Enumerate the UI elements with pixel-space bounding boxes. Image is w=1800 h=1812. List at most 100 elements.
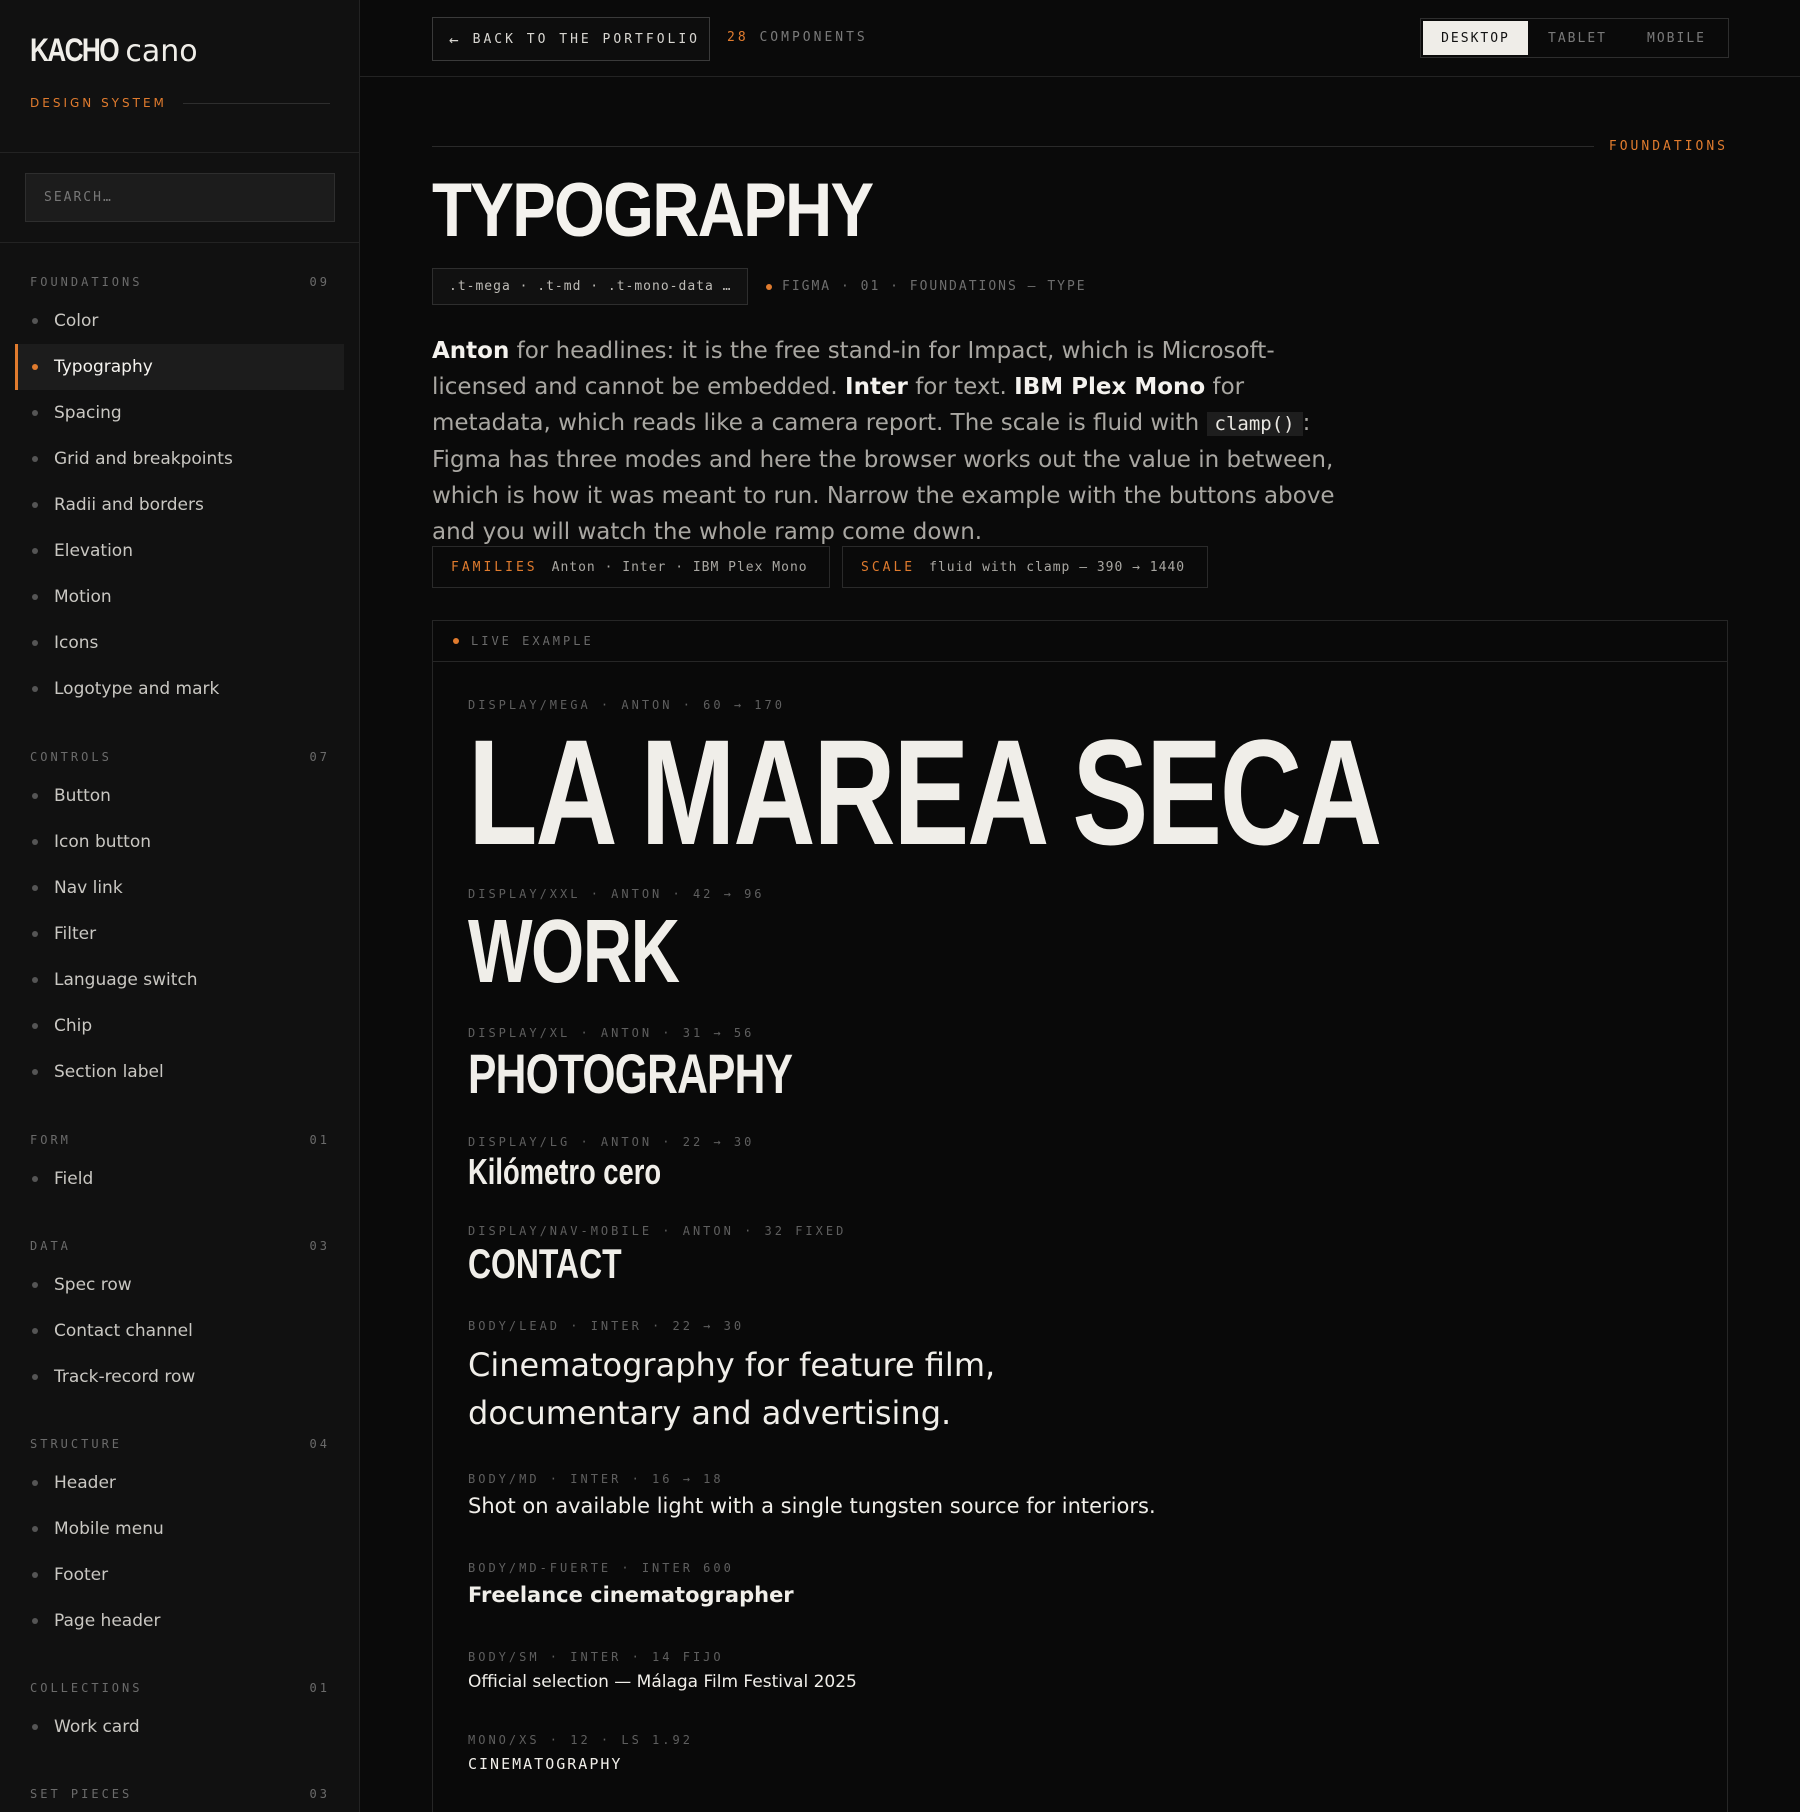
sidebar-item-label: Button [54,786,111,806]
design-system-text: DESIGN SYSTEM [30,96,167,110]
sidebar-item-motion[interactable]: Motion [15,574,344,620]
component-count-label: COMPONENTS [759,30,868,45]
sidebar: KACHO cano DESIGN SYSTEM FOUNDATIONS 09 Co… [0,0,360,1812]
nav-section-title: DATA [30,1239,71,1253]
back-to-portfolio-button[interactable]: ← BACK TO THE PORTFOLIO [432,17,710,61]
bullet-icon [32,686,38,692]
sidebar-item-nav-link[interactable]: Nav link [15,865,344,911]
sidebar-item-label: Icons [54,633,99,653]
sidebar-item-page-header[interactable]: Page header [15,1598,344,1644]
bullet-icon [32,456,38,462]
sidebar-item-logotype-and-mark[interactable]: Logotype and mark [15,666,344,712]
sample-display-mega: LA MAREA SECA [468,708,1382,876]
nav-section-collections: COLLECTIONS 01 [30,1681,330,1695]
sidebar-item-chip[interactable]: Chip [15,1003,344,1049]
spec-display-xxl: DISPLAY/XXL · ANTON · 42 → 96 [468,887,765,901]
sidebar-item-language-switch[interactable]: Language switch [15,957,344,1003]
sidebar-item-label: Spec row [54,1275,132,1295]
search-input[interactable] [25,173,335,222]
bullet-icon [32,977,38,983]
logo-light: cano [125,34,198,69]
sidebar-item-spacing[interactable]: Spacing [15,390,344,436]
sidebar-item-label: Section label [54,1062,164,1082]
sidebar-item-grid-and-breakpoints[interactable]: Grid and breakpoints [15,436,344,482]
nav-section-title: CONTROLS [30,750,112,764]
component-count-number: 28 [727,30,749,45]
spec-body-sm: BODY/SM · INTER · 14 FIJO [468,1650,724,1664]
viewport-desktop-button[interactable]: DESKTOP [1423,21,1528,55]
nav-section-title: COLLECTIONS [30,1681,143,1695]
nav-section-data: DATA 03 [30,1239,330,1253]
intro-paragraph: Anton for headlines: it is the free stan… [432,333,1362,550]
sample-body-sm: Official selection — Málaga Film Festiva… [468,1672,857,1692]
bullet-icon [32,640,38,646]
nav-section-count: 03 [309,1787,330,1801]
sidebar-item-mobile-menu[interactable]: Mobile menu [15,1506,344,1552]
sidebar-item-label: Field [54,1169,94,1189]
viewport-tablet-button[interactable]: TABLET [1528,21,1627,55]
bullet-icon [32,318,38,324]
sidebar-item-icons[interactable]: Icons [15,620,344,666]
nav-section-count: 09 [309,275,330,289]
viewport-switcher: DESKTOP TABLET MOBILE [1420,18,1729,58]
nav-section-structure: STRUCTURE 04 [30,1437,330,1451]
scale-key: SCALE [861,559,916,575]
sidebar-item-button[interactable]: Button [15,773,344,819]
sidebar-item-label: Logotype and mark [54,679,220,699]
nav-section-title: STRUCTURE [30,1437,123,1451]
sidebar-item-color[interactable]: Color [15,298,344,344]
logo-bold: KACHO [30,32,120,68]
sample-display-lg: Kilómetro cero [468,1151,662,1192]
sidebar-item-label: Footer [54,1565,109,1585]
sidebar-item-label: Header [54,1473,116,1493]
sidebar-item-label: Language switch [54,970,198,990]
sample-display-xxl: WORK [468,902,680,1002]
bullet-icon [32,885,38,891]
bullet-icon [32,364,38,370]
sidebar-item-filter[interactable]: Filter [15,911,344,957]
sidebar-item-header[interactable]: Header [15,1460,344,1506]
sidebar-item-icon-button[interactable]: Icon button [15,819,344,865]
sidebar-item-section-label[interactable]: Section label [15,1049,344,1095]
css-classes-chip[interactable]: .t-mega · .t-md · .t-mono-data … [432,268,749,305]
intro-code: clamp() [1206,412,1303,436]
spec-body-md-fuerte: BODY/MD-FUERTE · INTER 600 [468,1561,734,1575]
nav-section-count: 01 [309,1133,330,1147]
sidebar-item-field[interactable]: Field [15,1156,344,1202]
live-example-label: LIVE EXAMPLE [471,634,594,648]
nav-section-controls: CONTROLS 07 [30,750,330,764]
nav-section-title: FOUNDATIONS [30,275,143,289]
logo[interactable]: KACHO cano [30,32,329,69]
sample-body-md-fuerte: Freelance cinematographer [468,1583,794,1607]
sample-display-xl: PHOTOGRAPHY [468,1042,793,1105]
nav-section-count: 04 [309,1437,330,1451]
bullet-icon [32,1069,38,1075]
viewport-mobile-button[interactable]: MOBILE [1627,21,1726,55]
sidebar-item-footer[interactable]: Footer [15,1552,344,1598]
sample-body-lead: Cinematography for feature film, documen… [468,1341,995,1437]
divider [182,102,330,104]
spec-display-nav-mobile: DISPLAY/NAV-MOBILE · ANTON · 32 FIXED [468,1224,847,1238]
bullet-icon [32,502,38,508]
live-dot [453,638,459,644]
nav-section-count: 07 [309,750,330,764]
status-dot [766,283,772,290]
spec-display-xl: DISPLAY/XL · ANTON · 31 → 56 [468,1026,755,1040]
sidebar-item-radii-and-borders[interactable]: Radii and borders [15,482,344,528]
sidebar-item-label: Radii and borders [54,495,204,515]
top-bar: ← BACK TO THE PORTFOLIO 28 COMPONENTS DE… [360,0,1800,77]
sidebar-item-track-record-row[interactable]: Track-record row [15,1354,344,1400]
sidebar-item-work-card[interactable]: Work card [15,1704,344,1750]
live-example-panel: LIVE EXAMPLE DISPLAY/MEGA · ANTON · 60 →… [432,620,1728,1812]
sidebar-item-elevation[interactable]: Elevation [15,528,344,574]
sidebar-item-contact-channel[interactable]: Contact channel [15,1308,344,1354]
scale-chip: SCALE fluid with clamp — 390 → 1440 [842,546,1208,588]
sample-body-lead-line1: Cinematography for feature film, [468,1346,996,1384]
nav-section-foundations: FOUNDATIONS 09 [30,275,330,289]
spec-body-lead: BODY/LEAD · INTER · 22 → 30 [468,1319,745,1333]
families-value: Anton · Inter · IBM Plex Mono [551,559,808,575]
sidebar-item-label: Spacing [54,403,122,423]
sidebar-item-typography[interactable]: Typography [15,344,344,390]
bullet-icon [32,1526,38,1532]
sidebar-item-spec-row[interactable]: Spec row [15,1262,344,1308]
